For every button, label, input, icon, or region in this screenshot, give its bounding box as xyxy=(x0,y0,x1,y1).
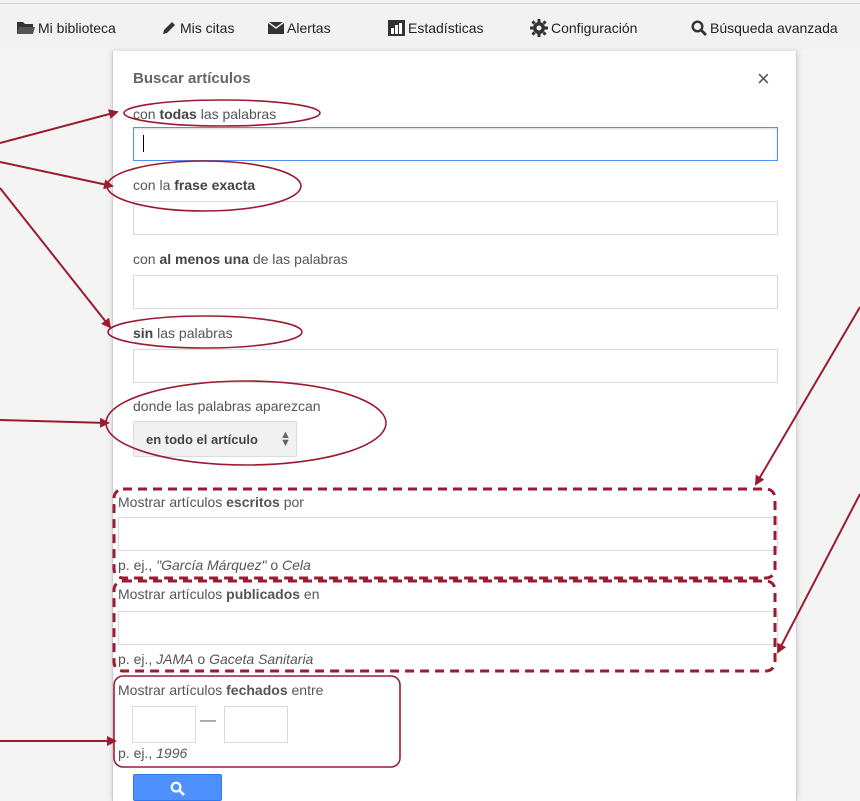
annotation-box-publication xyxy=(112,579,777,673)
annotation-overlay xyxy=(0,99,860,768)
annotation-ellipse-where xyxy=(105,380,387,466)
annotation-ellipse-all-words xyxy=(123,99,321,127)
annotation-arrow-author xyxy=(754,306,860,486)
annotation-ellipse-without xyxy=(107,315,303,349)
annotation-arrow-exact-phrase xyxy=(0,161,114,190)
annotation-arrow-without xyxy=(0,187,112,329)
annotation-arrow-all-words xyxy=(0,109,119,144)
annotation-arrow-where xyxy=(0,417,110,428)
annotation-ellipse-exact-phrase xyxy=(106,160,302,212)
annotation-box-dates xyxy=(113,675,401,768)
annotation-arrow-publication xyxy=(777,493,860,654)
annotation-box-author xyxy=(112,487,777,580)
